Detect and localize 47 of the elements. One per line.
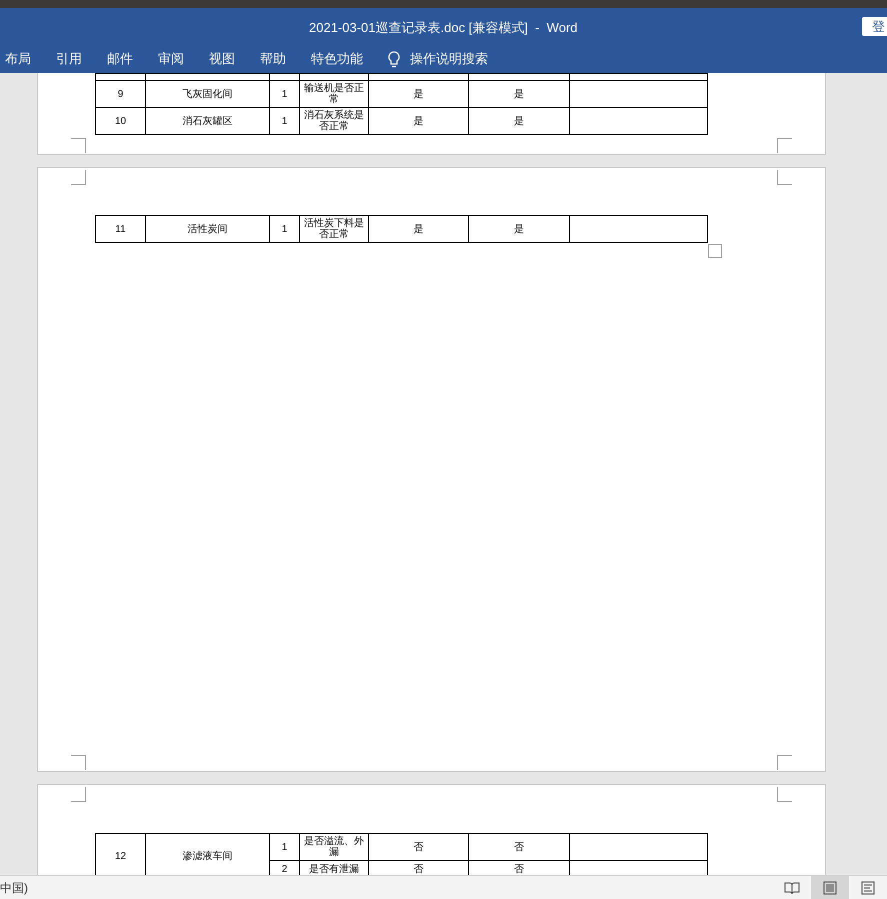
window-title: 2021-03-01巡查记录表.doc [兼容模式] - Word xyxy=(309,19,578,37)
ribbon-tab[interactable]: 视图 xyxy=(209,49,235,69)
corner-mark xyxy=(71,138,86,153)
sign-in-button[interactable]: 登 xyxy=(862,17,887,36)
ribbon-tab[interactable]: 邮件 xyxy=(107,49,133,69)
table-cell: 1 xyxy=(270,834,300,860)
page-icon xyxy=(823,880,837,894)
table-cell: 是 xyxy=(469,81,570,107)
table-cell: 活性炭间 xyxy=(146,216,270,243)
table-cell: 是否溢流、外漏 xyxy=(300,834,369,860)
table-cell: 否 xyxy=(369,834,469,860)
table-cell: 消石灰系统是否正常 xyxy=(300,108,369,134)
table-cell: 1 xyxy=(270,81,300,107)
table-cell: 是 xyxy=(369,81,469,107)
corner-mark xyxy=(777,170,792,185)
ribbon-tab[interactable]: 引用 xyxy=(56,49,82,69)
corner-mark xyxy=(777,755,792,770)
view-button[interactable] xyxy=(811,876,849,899)
table-cell: 1 xyxy=(270,216,300,242)
ribbon-tab[interactable]: 审阅 xyxy=(158,49,184,69)
corner-mark xyxy=(71,787,86,802)
corner-mark xyxy=(71,755,86,770)
ribbon-tab[interactable]: 特色功能 xyxy=(311,49,363,69)
table-cell: 11 xyxy=(96,216,146,243)
table-cell: 是 xyxy=(469,108,570,134)
table-cell: 1 xyxy=(270,108,300,134)
ribbon-tab[interactable]: 布局 xyxy=(5,49,31,69)
table-cell: 输送机是否正常 xyxy=(300,81,369,107)
table-cell: 是 xyxy=(469,216,570,242)
corner-mark xyxy=(777,787,792,802)
language-status: 中国) xyxy=(0,880,28,896)
corner-mark xyxy=(777,138,792,153)
corner-mark xyxy=(71,170,86,185)
table-cell: 消石灰罐区 xyxy=(146,108,270,135)
table-cell: 否 xyxy=(469,834,570,860)
table-cell: 飞灰固化间 xyxy=(146,81,270,108)
ribbon-tab[interactable]: 帮助 xyxy=(260,49,286,69)
web-page-icon xyxy=(861,880,875,894)
lightbulb-icon xyxy=(388,50,400,68)
table-cell: 活性炭下料是否正常 xyxy=(300,216,369,242)
end-of-row-mark xyxy=(708,244,722,258)
table-cell: 是 xyxy=(369,108,469,134)
table-cell: 10 xyxy=(96,108,146,135)
book-icon xyxy=(784,880,800,894)
tell-me-field[interactable]: 操作说明搜索 xyxy=(410,49,488,69)
table-cell: 是 xyxy=(369,216,469,242)
table-cell: 9 xyxy=(96,81,146,108)
